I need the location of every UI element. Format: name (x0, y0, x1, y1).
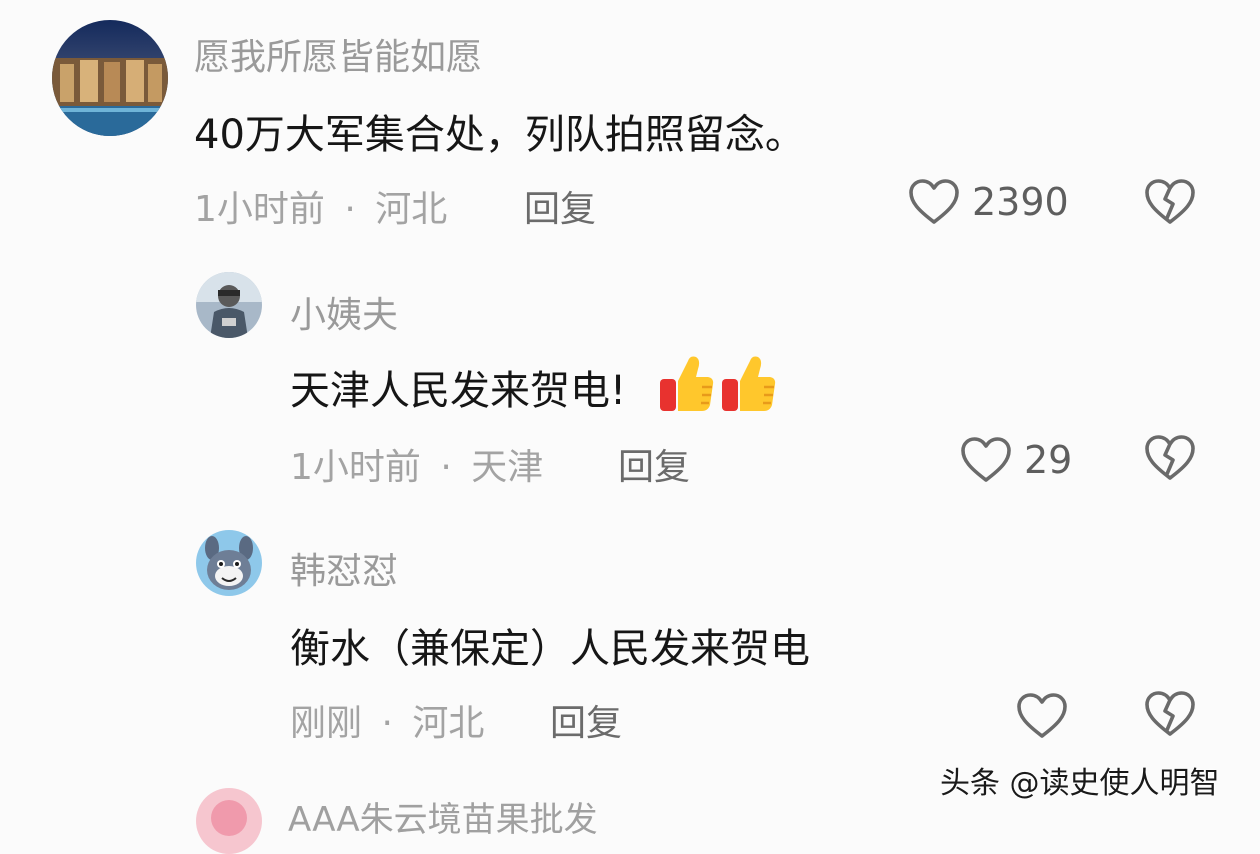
username[interactable]: 小姨夫 (290, 286, 398, 338)
reply-button[interactable]: 回复 (550, 694, 622, 746)
like-button[interactable]: 2390 (908, 176, 1069, 228)
meta-separator: · (344, 189, 356, 230)
location: 河北 (412, 703, 485, 744)
dislike-button[interactable] (1144, 690, 1196, 742)
thumbs-up-emoji (660, 356, 714, 411)
broken-heart-icon (1145, 179, 1195, 224)
like-count: 2390 (972, 180, 1069, 224)
username[interactable]: AAA朱云境苗果批发 (288, 792, 598, 841)
like-count: 29 (1024, 438, 1073, 482)
comment-text: 40万大军集合处，列队拍照留念。 (194, 112, 805, 158)
heart-outline-icon (961, 437, 1011, 482)
avatar[interactable] (196, 788, 262, 854)
comment-text: 衡水（兼保定）人民发来贺电 (290, 626, 810, 672)
like-button[interactable] (1016, 690, 1068, 742)
comment-meta: 1小时前 · 天津 (290, 438, 543, 490)
meta-separator: · (381, 703, 393, 744)
thumbs-up-emoji (722, 356, 776, 411)
avatar[interactable] (196, 530, 262, 596)
meta-separator: · (440, 447, 452, 488)
comment-meta: 刚刚 · 河北 (290, 694, 484, 746)
dislike-button[interactable] (1144, 178, 1196, 230)
timestamp: 刚刚 (290, 703, 363, 744)
location: 天津 (471, 447, 544, 488)
reply-button[interactable]: 回复 (524, 180, 596, 232)
avatar[interactable] (196, 272, 262, 338)
location: 河北 (375, 189, 448, 230)
timestamp: 1小时前 (290, 447, 421, 488)
comment-text-body: 天津人民发来贺电! (290, 368, 627, 414)
broken-heart-icon (1145, 435, 1195, 480)
username[interactable]: 韩怼怼 (290, 542, 398, 594)
avatar[interactable] (52, 20, 168, 136)
watermark: 头条 @读史使人明智 (940, 766, 1220, 801)
comment-meta: 1小时前 · 河北 (194, 180, 447, 232)
reply-button[interactable]: 回复 (618, 438, 690, 490)
broken-heart-icon (1145, 691, 1195, 736)
comment-text: 天津人民发来贺电! (290, 356, 778, 416)
username[interactable]: 愿我所愿皆能如愿 (194, 28, 482, 80)
heart-outline-icon (909, 179, 959, 224)
like-button[interactable]: 29 (960, 434, 1072, 486)
dislike-button[interactable] (1144, 434, 1196, 486)
timestamp: 1小时前 (194, 189, 325, 230)
heart-outline-icon (1017, 693, 1067, 738)
